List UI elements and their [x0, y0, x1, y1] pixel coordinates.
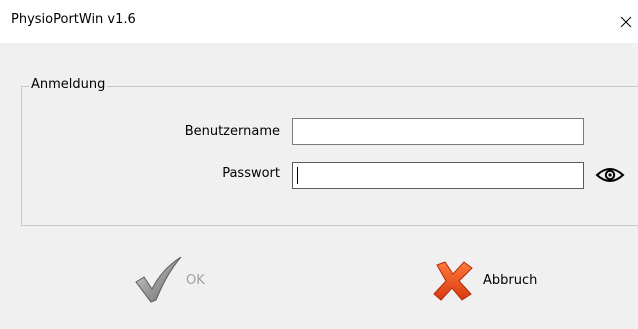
red-x-icon: [433, 261, 473, 301]
login-groupbox: [21, 86, 638, 226]
close-icon: [620, 16, 632, 28]
title-bar: PhysioPortWin v1.6: [0, 0, 638, 43]
username-input[interactable]: [292, 118, 584, 145]
checkmark-icon: [135, 256, 182, 303]
password-label: Passwort: [222, 166, 280, 181]
ok-button-label: OK: [186, 273, 205, 288]
username-label: Benutzername: [184, 124, 280, 139]
text-caret: [297, 167, 298, 184]
cancel-button[interactable]: Abbruch: [432, 258, 552, 303]
groupbox-legend: Anmeldung: [29, 77, 108, 92]
cancel-button-label: Abbruch: [483, 273, 538, 288]
ok-button[interactable]: OK: [133, 255, 213, 305]
close-button[interactable]: [614, 0, 638, 43]
password-input[interactable]: [292, 162, 584, 189]
show-password-button[interactable]: [595, 165, 625, 185]
window-title: PhysioPortWin v1.6: [11, 12, 136, 27]
eye-icon: [595, 168, 625, 182]
